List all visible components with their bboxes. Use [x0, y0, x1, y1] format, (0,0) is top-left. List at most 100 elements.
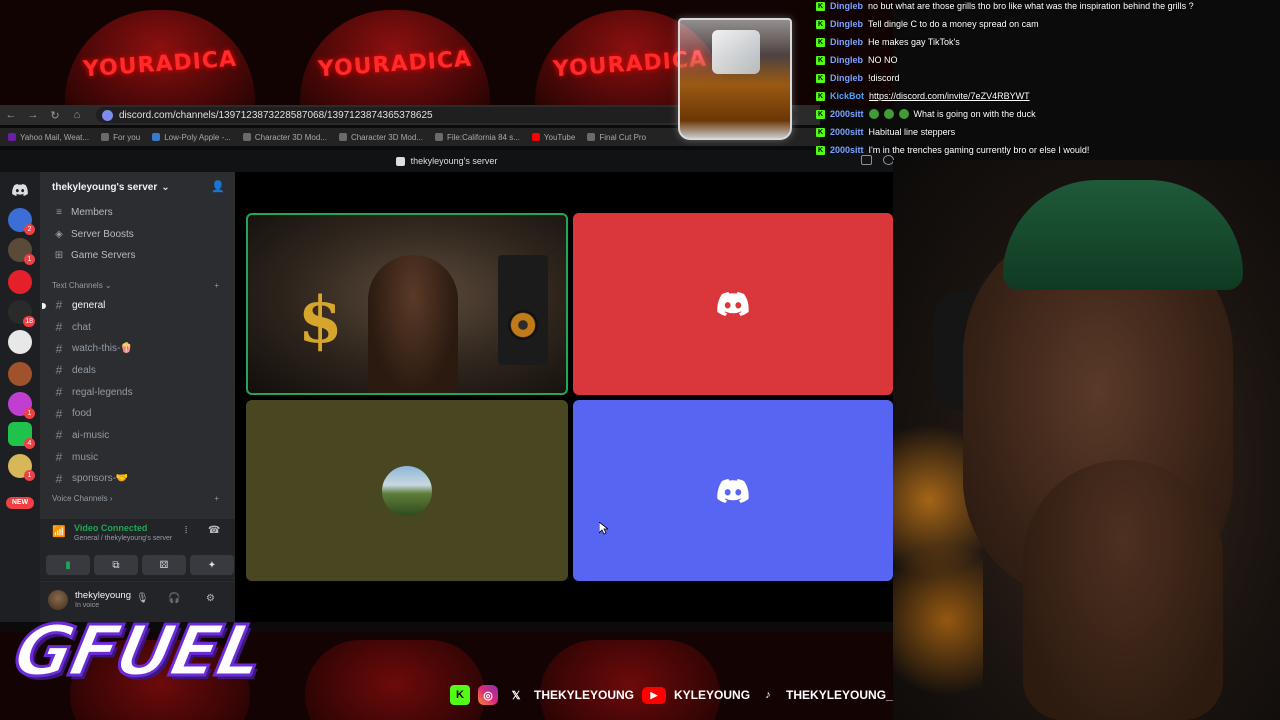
- channel-ai-music[interactable]: # ai-music: [40, 425, 235, 447]
- chat-username: KickBot: [830, 91, 865, 101]
- bookmark-icon: [338, 133, 347, 141]
- cap-graphic: YOURADICA: [65, 10, 255, 108]
- chat-username: Dingleb: [830, 55, 863, 65]
- server-icon[interactable]: 2: [8, 208, 35, 235]
- activities-button[interactable]: ⚄: [142, 555, 186, 575]
- kick-badge-icon: K: [816, 91, 825, 101]
- sidebar-item-label: Game Servers: [71, 250, 136, 262]
- site-info-icon[interactable]: [102, 109, 113, 121]
- channel-music[interactable]: # music: [40, 446, 235, 468]
- chat-text: no but what are those grills tho bro lik…: [868, 1, 1194, 11]
- voice-channels-category[interactable]: Voice Channels › +: [40, 490, 235, 504]
- sidebar-item-members[interactable]: ≡ Members: [40, 202, 235, 224]
- signal-icon: 📶: [52, 526, 66, 538]
- channel-watch-this[interactable]: # watch-this-🍿: [40, 338, 235, 360]
- server-header[interactable]: thekyleyoung's server ⌄: [40, 172, 235, 202]
- invite-people-icon[interactable]: 👤: [211, 180, 225, 193]
- bookmark-item[interactable]: Character 3D Mod...: [338, 133, 423, 142]
- video-tile-blue[interactable]: [573, 400, 893, 581]
- bookmark-item[interactable]: For you: [101, 133, 140, 142]
- tiktok-icon: ♪: [765, 689, 771, 701]
- server-icon[interactable]: [8, 270, 32, 294]
- channel-label: ai-music: [72, 429, 110, 441]
- sidebar-item-game-servers[interactable]: ⊞ Game Servers: [40, 245, 235, 267]
- chat-message: K Dingleb He makes gay TikTok's: [816, 33, 960, 51]
- microphone-icon[interactable]: 🎙: [136, 593, 149, 604]
- channel-deals[interactable]: # deals: [40, 360, 235, 382]
- voice-location[interactable]: General / thekyleyoung's server: [74, 535, 172, 542]
- channel-chat[interactable]: # chat: [40, 316, 235, 338]
- tiktok-handle: THEKYLEYOUNG_: [786, 688, 893, 702]
- bookmark-item[interactable]: File:California 84 s...: [434, 133, 520, 142]
- chat-link[interactable]: https://discord.com/invite/7eZV4RBYWT: [869, 91, 1030, 101]
- channel-sponsors[interactable]: # sponsors-🤝: [40, 468, 235, 490]
- discord-home-icon[interactable]: [8, 178, 32, 202]
- bookmark-item[interactable]: Yahoo Mail, Weat...: [8, 133, 89, 142]
- forward-icon[interactable]: →: [22, 109, 44, 121]
- video-tile-red[interactable]: [573, 213, 893, 395]
- back-icon[interactable]: ←: [0, 109, 22, 121]
- voice-status: Video Connected: [74, 523, 148, 533]
- server-icon[interactable]: 1: [8, 454, 35, 481]
- reload-icon[interactable]: ↻: [44, 109, 66, 122]
- webcam-person: [368, 255, 458, 393]
- kick-badge-icon: K: [816, 127, 825, 137]
- text-channels-category[interactable]: Text Channels ⌄ +: [40, 271, 235, 295]
- channel-food[interactable]: # food: [40, 403, 235, 425]
- ice-cube: [712, 30, 760, 74]
- video-tile-camera[interactable]: $: [246, 213, 568, 395]
- voice-video-grid: $: [235, 172, 893, 622]
- gear-icon[interactable]: ⚙: [206, 593, 215, 604]
- sidebar-item-label: Members: [71, 207, 113, 219]
- instagram-icon: ◎: [478, 685, 498, 705]
- kick-badge-icon: K: [816, 73, 825, 83]
- bookmark-item[interactable]: YouTube: [531, 133, 575, 142]
- hash-icon: #: [55, 385, 63, 400]
- x-icon: 𝕏: [511, 689, 521, 702]
- add-channel-icon[interactable]: +: [214, 281, 219, 290]
- chat-message: K 2000sitt Habitual line steppers: [816, 123, 955, 141]
- bookmark-label: For you: [113, 132, 141, 142]
- home-icon[interactable]: ⌂: [66, 109, 88, 121]
- stream-chat-overlay: K Dingleb no but what are those grills tho…: [816, 0, 1280, 160]
- chat-username: Dingleb: [830, 1, 863, 11]
- emote-icon: [898, 109, 909, 119]
- bookmark-item[interactable]: Low-Poly Apple -...: [152, 133, 231, 142]
- channel-label: watch-this-🍿: [72, 343, 133, 355]
- server-icon[interactable]: 1: [8, 238, 35, 265]
- category-label: Text Channels ⌄: [52, 281, 112, 290]
- soundboard-button[interactable]: ✦: [190, 555, 234, 575]
- server-name: thekyleyoung's server: [52, 181, 158, 193]
- chat-username: 2000sitt: [830, 109, 864, 119]
- mention-badge: 4: [24, 438, 35, 449]
- headphones-icon[interactable]: 🎧: [168, 593, 180, 604]
- channel-regal-legends[interactable]: # regal-legends: [40, 381, 235, 403]
- avatar: [382, 465, 432, 516]
- hash-icon: #: [55, 320, 63, 335]
- noise-suppression-icon[interactable]: ⦙: [185, 525, 187, 536]
- bookmark-icon: [242, 133, 251, 141]
- screen-share-button[interactable]: ⧉: [94, 555, 138, 575]
- bookmark-item[interactable]: Character 3D Mod...: [242, 132, 327, 142]
- new-badge: NEW: [6, 497, 34, 509]
- sidebar-item-server-boosts[interactable]: ◈ Server Boosts: [40, 224, 235, 246]
- channel-general[interactable]: # general: [40, 295, 235, 317]
- url-text: discord.com/channels/1397123873228587068…: [119, 109, 433, 121]
- bookmark-label: Character 3D Mod...: [254, 132, 327, 142]
- hash-icon: #: [55, 450, 63, 465]
- camera-button[interactable]: ▮: [46, 555, 90, 575]
- kick-server-icon[interactable]: 4: [8, 422, 35, 449]
- bookmark-item[interactable]: Final Cut Pro: [587, 133, 646, 142]
- add-channel-icon[interactable]: +: [214, 494, 219, 503]
- avatar[interactable]: [48, 590, 68, 610]
- video-tile-olive[interactable]: [246, 400, 568, 581]
- discord-logo-icon: [717, 292, 749, 316]
- kick-badge-icon: K: [816, 55, 825, 65]
- server-icon[interactable]: [8, 330, 32, 354]
- server-icon[interactable]: 18: [8, 300, 35, 327]
- server-icon[interactable]: 1: [8, 392, 35, 419]
- mouse-cursor-icon: [599, 522, 608, 535]
- disconnect-icon[interactable]: ☎: [208, 525, 220, 536]
- user-status: In voice: [75, 602, 100, 609]
- server-icon[interactable]: [8, 362, 32, 386]
